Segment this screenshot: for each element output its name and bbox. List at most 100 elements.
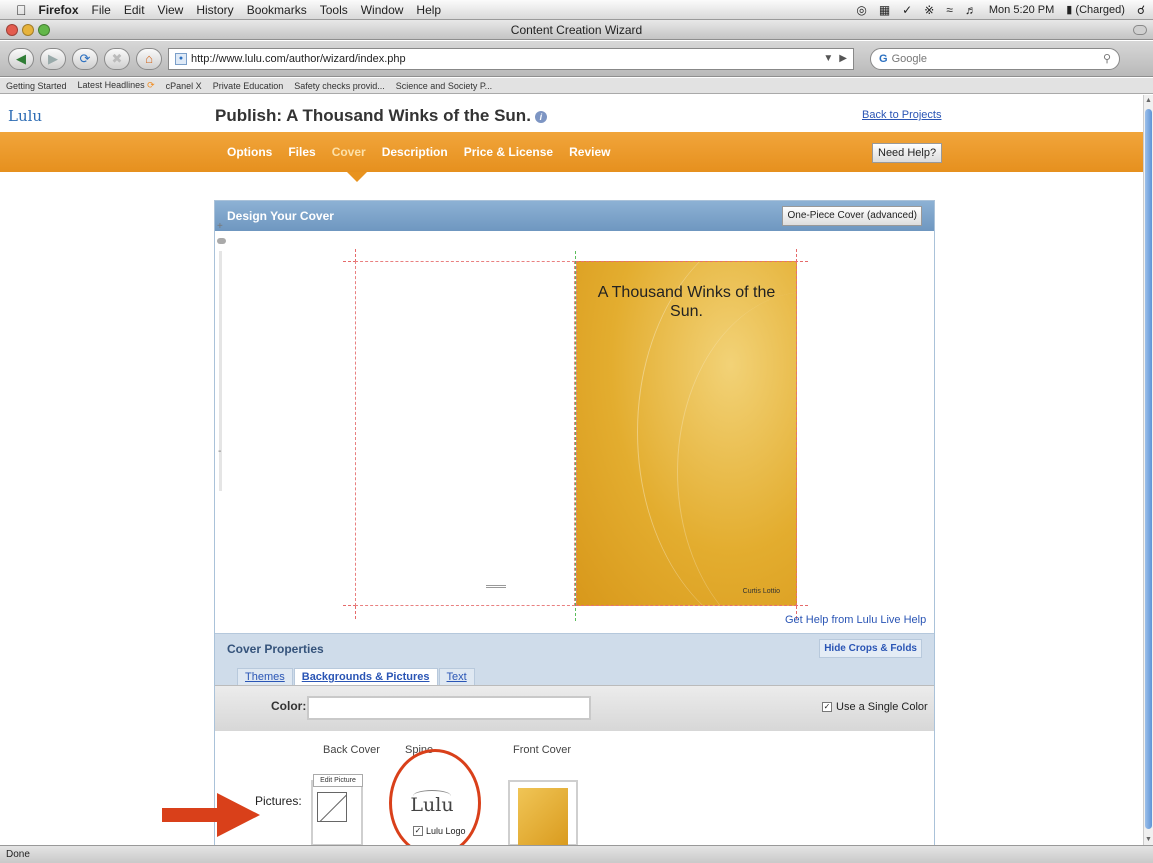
tab-files[interactable]: Files: [288, 145, 315, 159]
checkmark-icon[interactable]: ✓: [902, 3, 912, 17]
edit-picture-button[interactable]: Edit Picture: [313, 774, 363, 787]
back-arrow-icon: ◀: [16, 50, 26, 66]
front-cover-label: Front Cover: [513, 744, 572, 756]
close-window-button[interactable]: [6, 24, 18, 36]
toolbar-toggle-button[interactable]: [1133, 25, 1147, 35]
forward-arrow-icon: ▶: [48, 50, 58, 66]
bookmark-item[interactable]: cPanel X: [166, 81, 202, 91]
pictures-label: Pictures:: [255, 794, 302, 808]
volume-icon[interactable]: ♬: [965, 3, 977, 17]
web-page: Lulu Publish: A Thousand Winks of the Su…: [0, 95, 1143, 845]
front-cover-picture-slot[interactable]: [508, 780, 578, 845]
search-placeholder: Google: [891, 52, 928, 65]
forward-button[interactable]: ▶: [40, 47, 66, 70]
apple-menu-icon[interactable]: : [16, 2, 27, 18]
front-cover-canvas[interactable]: A Thousand Winks of the Sun. Curtis Lott…: [576, 261, 797, 606]
subtab-backgrounds-pictures[interactable]: Backgrounds & Pictures: [293, 668, 438, 685]
url-bar[interactable]: ● http://www.lulu.com/author/wizard/inde…: [168, 47, 854, 70]
bookmark-item[interactable]: Science and Society P...: [396, 81, 492, 91]
info-icon[interactable]: i: [534, 110, 547, 123]
active-tab-caret: [347, 172, 367, 182]
scroll-up-icon[interactable]: ▲: [1145, 97, 1152, 104]
cover-properties-title: Cover Properties: [227, 642, 324, 656]
need-help-button[interactable]: Need Help?: [872, 143, 943, 163]
single-color-option[interactable]: ✓ Use a Single Color: [822, 701, 928, 713]
search-bar[interactable]: G Google ⚲: [870, 47, 1120, 70]
bookmark-item[interactable]: Private Education: [213, 81, 284, 91]
single-color-checkbox[interactable]: ✓: [822, 702, 832, 712]
back-button[interactable]: ◀: [8, 47, 34, 70]
single-color-label: Use a Single Color: [836, 701, 928, 713]
scrollbar-thumb[interactable]: [1145, 109, 1152, 829]
menu-edit[interactable]: Edit: [124, 3, 145, 17]
menu-file[interactable]: File: [92, 3, 111, 17]
reload-icon: ⟳: [79, 50, 91, 66]
reload-button[interactable]: ⟳: [72, 47, 98, 70]
menu-history[interactable]: History: [196, 3, 233, 17]
status-circle-icon[interactable]: ◎: [856, 3, 866, 17]
zoom-in-icon[interactable]: +: [217, 221, 223, 232]
page-title-text: Publish: A Thousand Winks of the Sun.: [215, 106, 531, 125]
tab-cover[interactable]: Cover: [332, 145, 366, 159]
mac-menubar:  Firefox File Edit View History Bookmar…: [0, 0, 1153, 20]
bookmark-item[interactable]: Getting Started: [6, 81, 67, 91]
wifi-icon[interactable]: ≈: [946, 3, 953, 17]
battery-status[interactable]: ▮ (Charged): [1066, 3, 1125, 16]
minimize-window-button[interactable]: [22, 24, 34, 36]
menu-help[interactable]: Help: [416, 3, 441, 17]
battery-label: (Charged): [1075, 4, 1125, 16]
page-scrollbar[interactable]: ▲ ▼: [1143, 95, 1153, 845]
back-cover-barcode: [486, 585, 506, 588]
google-engine-icon[interactable]: G: [879, 53, 888, 65]
stop-icon: ✖: [111, 50, 123, 66]
bluetooth-icon[interactable]: ※: [924, 3, 934, 17]
empty-picture-icon[interactable]: [317, 792, 347, 822]
color-row: Color: ✓ Use a Single Color: [215, 685, 934, 731]
cover-properties-header: Cover Properties Hide Crops & Folds: [215, 633, 934, 663]
menubar-clock[interactable]: Mon 5:20 PM: [989, 4, 1054, 16]
hide-crops-button[interactable]: Hide Crops & Folds: [819, 639, 922, 658]
cover-properties-tabs: Themes Backgrounds & Pictures Text: [215, 663, 934, 685]
menu-view[interactable]: View: [158, 3, 184, 17]
tab-description[interactable]: Description: [382, 145, 448, 159]
color-input[interactable]: [307, 696, 591, 720]
zoom-out-icon[interactable]: -: [218, 446, 221, 457]
bookmark-item[interactable]: Latest Headlines ⟳: [78, 80, 155, 91]
browser-toolbar: ◀ ▶ ⟳ ✖ ⌂ ● http://www.lulu.com/author/w…: [0, 41, 1153, 77]
annotation-circle: [389, 749, 481, 857]
back-cover-label: Back Cover: [323, 744, 380, 756]
wizard-tabs: Options Files Cover Description Price & …: [227, 132, 610, 172]
stop-button[interactable]: ✖: [104, 47, 130, 70]
one-piece-cover-button[interactable]: One-Piece Cover (advanced): [782, 206, 922, 226]
subtab-text[interactable]: Text: [438, 668, 475, 685]
zoom-window-button[interactable]: [38, 24, 50, 36]
menu-app[interactable]: Firefox: [39, 3, 79, 17]
bookmark-item[interactable]: Safety checks provid...: [294, 81, 385, 91]
tab-options[interactable]: Options: [227, 145, 272, 159]
spotlight-icon[interactable]: ☌: [1137, 3, 1145, 17]
live-help-link[interactable]: Get Help from Lulu Live Help: [785, 614, 926, 626]
search-icon[interactable]: ⚲: [1103, 52, 1111, 65]
menu-tools[interactable]: Tools: [320, 3, 348, 17]
scroll-down-icon[interactable]: ▼: [1145, 836, 1152, 843]
cover-author-text[interactable]: Curtis Lottio: [743, 588, 780, 595]
zoom-slider-handle[interactable]: [217, 238, 226, 244]
back-cover-canvas[interactable]: [355, 261, 575, 606]
lulu-logo[interactable]: Lulu: [8, 107, 42, 125]
tab-review[interactable]: Review: [569, 145, 610, 159]
subtab-themes[interactable]: Themes: [237, 668, 293, 685]
back-to-projects-link[interactable]: Back to Projects: [862, 109, 941, 121]
tab-price-license[interactable]: Price & License: [464, 145, 553, 159]
url-text[interactable]: http://www.lulu.com/author/wizard/index.…: [191, 53, 406, 65]
design-panel-title: Design Your Cover: [227, 209, 334, 223]
wizard-nav-bar: Options Files Cover Description Price & …: [0, 132, 1143, 172]
status-app-icon[interactable]: ▦: [879, 3, 890, 17]
home-button[interactable]: ⌂: [136, 47, 162, 70]
url-dropdown-icon[interactable]: ▼: [823, 53, 833, 64]
menu-bookmarks[interactable]: Bookmarks: [247, 3, 307, 17]
menu-window[interactable]: Window: [361, 3, 404, 17]
status-text: Done: [6, 849, 30, 860]
go-arrow-icon[interactable]: ▶: [839, 53, 847, 64]
design-cover-panel: Design Your Cover One-Piece Cover (advan…: [214, 200, 935, 845]
cover-title-text[interactable]: A Thousand Winks of the Sun.: [577, 283, 796, 321]
